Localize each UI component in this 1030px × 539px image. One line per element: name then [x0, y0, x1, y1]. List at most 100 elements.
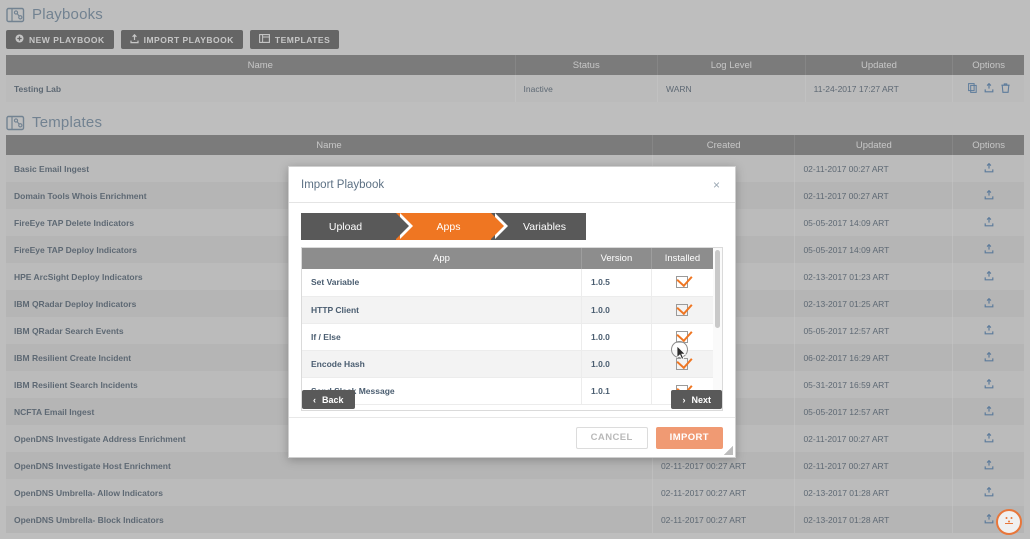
import-template-icon[interactable]	[984, 297, 994, 310]
modal-footer: CANCEL IMPORT	[289, 417, 735, 457]
template-options	[953, 236, 1024, 263]
plus-circle-icon	[15, 34, 24, 45]
col-log-level[interactable]: Log Level	[657, 55, 806, 75]
back-button[interactable]: ‹ Back	[302, 390, 355, 409]
installed-checkbox[interactable]	[676, 330, 689, 343]
wizard-step-upload[interactable]: Upload	[301, 213, 413, 240]
installed-checkbox[interactable]	[676, 357, 689, 370]
template-options	[953, 263, 1024, 290]
import-template-icon[interactable]	[984, 351, 994, 364]
template-updated: 02-11-2017 00:27 ART	[794, 425, 954, 452]
template-name[interactable]: OpenDNS Umbrella- Block Indicators	[6, 506, 653, 533]
template-updated: 05-05-2017 14:09 ART	[794, 236, 954, 263]
template-name[interactable]: OpenDNS Umbrella- Allow Indicators	[6, 479, 653, 506]
modal-header: Import Playbook ×	[289, 167, 735, 203]
templates-button[interactable]: TEMPLATES	[249, 30, 340, 49]
next-label: Next	[691, 394, 711, 405]
apps-body: Set Variable 1.0.5 HTTP Client 1.0.0 If / El…	[302, 269, 713, 405]
import-playbook-label: IMPORT PLAYBOOK	[143, 34, 234, 45]
delete-icon[interactable]	[1001, 82, 1010, 95]
table-row[interactable]: OpenDNS Umbrella- Allow Indicators 02-11-…	[6, 479, 1024, 506]
app-version: 1.0.0	[581, 323, 652, 351]
import-template-icon[interactable]	[984, 162, 994, 175]
import-template-icon[interactable]	[984, 243, 994, 256]
template-updated: 05-05-2017 14:09 ART	[794, 209, 954, 236]
app-row[interactable]: If / Else 1.0.0	[302, 323, 713, 351]
app-name: Encode Hash	[302, 350, 582, 378]
import-template-icon[interactable]	[984, 270, 994, 283]
col-name[interactable]: Name	[6, 55, 516, 75]
installed-checkbox[interactable]	[676, 276, 689, 289]
apps-scrollbar[interactable]	[713, 248, 722, 410]
playbook-updated: 11-24-2017 17:27 ART	[805, 75, 954, 102]
template-created: 02-11-2017 00:27 ART	[652, 479, 796, 506]
playbook-name[interactable]: Testing Lab	[6, 75, 516, 102]
apps-scrollbar-thumb[interactable]	[715, 250, 720, 328]
import-template-icon[interactable]	[984, 405, 994, 418]
modal-title: Import Playbook	[301, 178, 385, 191]
modal-body: Upload Apps Variables App Version Instal…	[289, 203, 735, 411]
template-updated: 05-05-2017 12:57 ART	[794, 317, 954, 344]
col-updated[interactable]: Updated	[805, 55, 954, 75]
playbooks-title: Playbooks	[32, 6, 104, 23]
playbook-status: Inactive	[515, 75, 659, 102]
import-template-icon[interactable]	[984, 189, 994, 202]
import-template-icon[interactable]	[984, 324, 994, 337]
playbooks-toolbar: NEW PLAYBOOK IMPORT PLAYBOOK TEMPLATES	[0, 27, 1030, 55]
close-icon[interactable]: ×	[710, 177, 723, 193]
template-options	[953, 425, 1024, 452]
chevron-right-icon: ›	[682, 394, 686, 405]
import-template-icon[interactable]	[984, 486, 994, 499]
template-updated: 06-02-2017 16:29 ART	[794, 344, 954, 371]
app-row[interactable]: Set Variable 1.0.5	[302, 269, 713, 297]
import-template-icon[interactable]	[984, 378, 994, 391]
download-icon[interactable]	[984, 82, 994, 95]
templates-heading: Templates	[0, 108, 1030, 135]
import-template-icon[interactable]	[984, 513, 994, 526]
template-updated: 02-11-2017 00:27 ART	[794, 155, 954, 182]
app-version: 1.0.5	[581, 269, 652, 297]
installed-checkbox[interactable]	[676, 303, 689, 316]
template-updated: 05-05-2017 12:57 ART	[794, 398, 954, 425]
col-status[interactable]: Status	[515, 55, 659, 75]
template-options	[953, 209, 1024, 236]
new-playbook-button[interactable]: NEW PLAYBOOK	[6, 30, 114, 49]
copy-icon[interactable]	[967, 82, 977, 95]
import-template-icon[interactable]	[984, 459, 994, 472]
import-button[interactable]: IMPORT	[655, 426, 723, 449]
import-playbook-modal: Import Playbook × Upload Apps Variables	[288, 166, 736, 458]
import-template-icon[interactable]	[984, 216, 994, 229]
app-row[interactable]: HTTP Client 1.0.0	[302, 296, 713, 324]
help-fab-button[interactable]	[996, 509, 1022, 535]
app-installed-cell	[651, 350, 713, 378]
table-row[interactable]: Testing Lab Inactive WARN 11-24-2017 17:…	[6, 75, 1024, 102]
template-options	[953, 182, 1024, 209]
template-updated: 05-31-2017 16:59 ART	[794, 371, 954, 398]
import-playbook-button[interactable]: IMPORT PLAYBOOK	[120, 30, 243, 49]
col-installed: Installed	[651, 248, 713, 269]
next-button[interactable]: › Next	[671, 390, 722, 409]
col-updated[interactable]: Updated	[794, 135, 954, 155]
wizard-step-upload-label: Upload	[328, 220, 363, 233]
cancel-button[interactable]: CANCEL	[575, 426, 648, 449]
resize-handle[interactable]	[724, 446, 733, 455]
playbooks-heading: Playbooks	[0, 0, 1030, 27]
col-name[interactable]: Name	[6, 135, 653, 155]
template-options	[953, 452, 1024, 479]
import-template-icon[interactable]	[984, 432, 994, 445]
apps-scroll-area: App Version Installed Set Variable 1.0.5 H…	[302, 248, 713, 410]
app-version: 1.0.0	[581, 296, 652, 324]
template-created: 02-11-2017 00:27 ART	[652, 506, 796, 533]
col-created[interactable]: Created	[652, 135, 796, 155]
page-root: Playbooks NEW PLAYBOOK IMPORT PLAYBOOK T…	[0, 0, 1030, 539]
playbooks-table-wrap: Name Status Log Level Updated Options Te…	[0, 55, 1030, 102]
template-updated: 02-13-2017 01:23 ART	[794, 263, 954, 290]
app-installed-cell	[651, 323, 713, 351]
chevron-left-icon: ‹	[313, 394, 316, 405]
template-updated: 02-11-2017 00:27 ART	[794, 452, 954, 479]
table-row[interactable]: OpenDNS Umbrella- Block Indicators 02-11-…	[6, 506, 1024, 533]
app-row[interactable]: Encode Hash 1.0.0	[302, 350, 713, 378]
col-options: Options	[952, 135, 1024, 155]
templates-label: TEMPLATES	[274, 34, 331, 45]
templates-icon	[258, 34, 270, 45]
